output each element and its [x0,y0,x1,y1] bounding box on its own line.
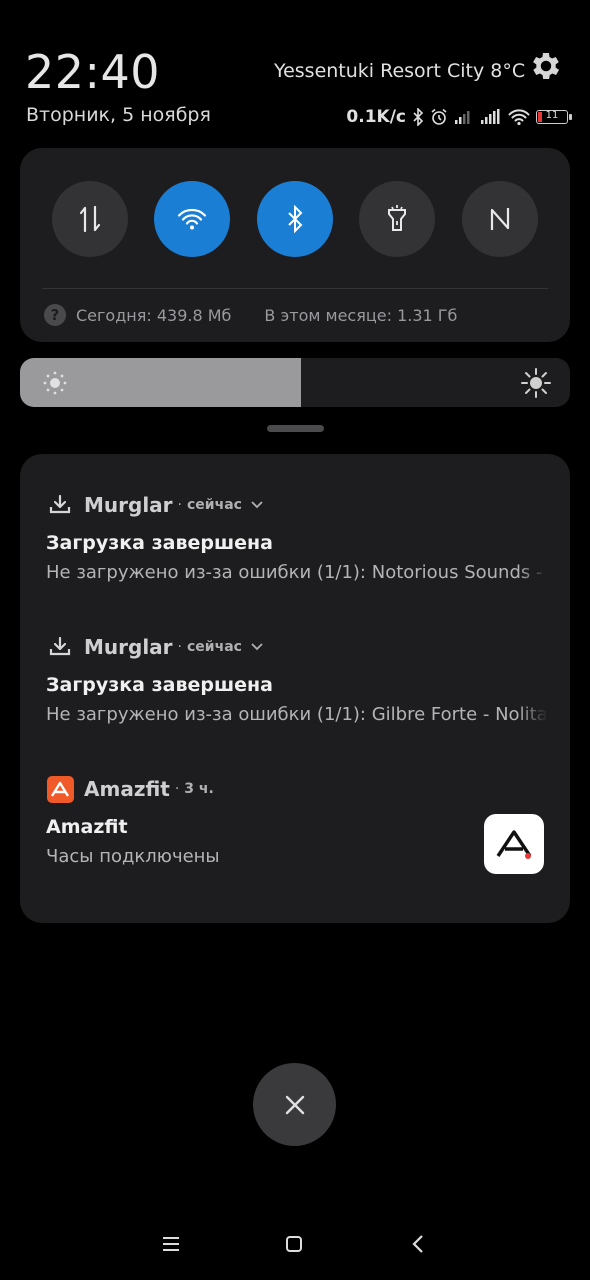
usage-month: В этом месяце: 1.31 Гб [264,305,458,325]
notification-title: Amazfit [46,816,128,838]
chevron-down-icon[interactable] [250,500,264,510]
alarm-icon [431,108,447,125]
back-button[interactable] [406,1232,430,1256]
notification-time: 3 ч. [184,781,214,797]
location-weather[interactable]: Yessentuki Resort City 8°C [274,60,525,82]
bluetooth-icon [413,108,424,126]
help-icon: ? [44,304,66,326]
clear-all-button[interactable] [253,1063,336,1146]
notification-time: сейчас [187,639,242,655]
home-button[interactable] [282,1232,306,1256]
app-name: Murglar [84,493,173,517]
download-icon [46,633,74,661]
notification-item[interactable]: Murglar · сейчас Загрузка завершена Не з… [46,490,548,583]
brightness-slider[interactable] [20,358,570,407]
menu-button[interactable] [159,1232,183,1256]
date[interactable]: Вторник, 5 ноября [26,104,211,126]
flashlight-toggle[interactable] [359,181,435,257]
data-usage[interactable]: ? Сегодня: 439.8 Мб В этом месяце: 1.31 … [44,303,457,327]
nfc-toggle[interactable] [462,181,538,257]
back-icon [412,1235,423,1253]
app-icon-wrap [46,775,74,803]
wifi-toggle[interactable] [154,181,230,257]
app-name: Murglar [84,635,173,659]
mobile-data-toggle[interactable] [52,181,128,257]
nfc-icon [490,208,510,230]
menu-icon [163,1237,179,1251]
clock[interactable]: 22:40 [25,44,160,100]
notification-body: Не загружено из-за ошибки (1/1): Notorio… [46,562,548,583]
home-icon [286,1236,302,1252]
wifi-icon [177,208,207,230]
separator-dot: · [177,639,182,655]
amazfit-app-icon [46,775,74,803]
close-icon [285,1095,304,1114]
notification-item[interactable]: Amazfit · 3 ч. Amazfit Часы подключены [46,774,548,867]
quick-settings-panel: ? Сегодня: 439.8 Мб В этом месяце: 1.31 … [20,148,570,342]
notification-time: сейчас [187,497,242,513]
navigation-bar [0,1224,590,1264]
notification-body: Часы подключены [46,846,220,867]
wifi-icon [508,109,530,126]
download-icon [46,491,74,519]
network-speed: 0.1K/с [346,107,406,127]
battery-level: 11 [545,110,559,121]
amazfit-large-icon [484,814,544,874]
brightness-high-icon [521,368,551,398]
notification-panel: Murglar · сейчас Загрузка завершена Не з… [20,454,570,923]
flashlight-icon [388,205,406,231]
drag-handle[interactable] [267,425,324,432]
usage-today: Сегодня: 439.8 Мб [76,305,232,325]
signal-icon [481,109,500,124]
bluetooth-icon [288,205,303,233]
chevron-down-icon[interactable] [250,642,264,652]
separator-dot: · [174,781,180,797]
notification-item[interactable]: Murglar · сейчас Загрузка завершена Не з… [46,632,548,725]
separator-dot: · [177,497,182,513]
mobile-data-icon [79,205,101,233]
notification-title: Загрузка завершена [46,674,273,696]
battery-icon: 11 [536,110,572,124]
settings-gear-icon[interactable] [528,48,564,84]
status-header: 22:40 Вторник, 5 ноября Yessentuki Resor… [0,0,590,140]
signal-icon [455,111,470,124]
bluetooth-toggle[interactable] [257,181,333,257]
notification-title: Загрузка завершена [46,532,273,554]
app-name: Amazfit [84,777,170,801]
divider [42,288,548,289]
notification-body: Не загружено из-за ошибки (1/1): Gilbre … [46,704,548,725]
status-icons: 0.1K/с 11 [346,104,572,130]
brightness-low-icon [43,371,67,395]
